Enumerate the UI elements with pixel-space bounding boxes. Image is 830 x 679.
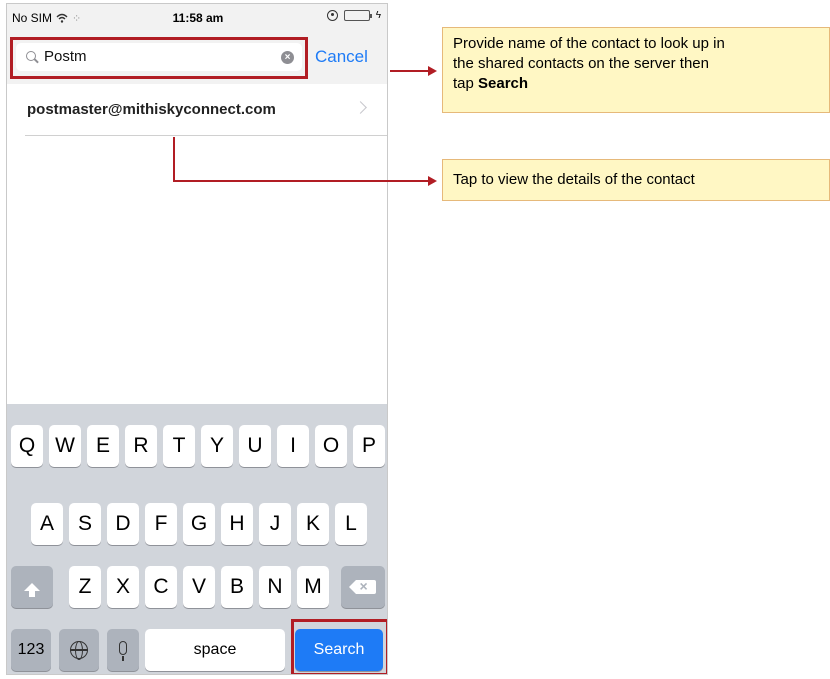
callout-arrow-2-head <box>428 176 437 186</box>
key-i[interactable]: I <box>277 425 309 467</box>
key-t[interactable]: T <box>163 425 195 467</box>
result-hint-text: Tap to view the details of the contact <box>453 171 695 188</box>
key-k[interactable]: K <box>297 503 329 545</box>
key-w[interactable]: W <box>49 425 81 467</box>
key-n[interactable]: N <box>259 566 291 608</box>
key-g[interactable]: G <box>183 503 215 545</box>
search-field-highlight <box>10 37 308 79</box>
shift-icon <box>24 583 40 597</box>
search-key-highlight <box>291 619 387 674</box>
keyboard: Q W E R T Y U I O P A S D F G H J K L Z … <box>7 404 387 674</box>
search-hint-tap: tap <box>453 75 479 92</box>
result-hint-callout: Tap to view the details of the contact <box>442 159 830 201</box>
battery-icon <box>343 10 372 21</box>
rotation-lock-icon <box>326 10 338 21</box>
delete-icon <box>348 566 376 607</box>
key-y[interactable]: Y <box>201 425 233 467</box>
globe-icon <box>70 641 88 661</box>
space-key[interactable]: space <box>145 629 285 671</box>
callout-arrow-2-vertical <box>173 137 175 181</box>
key-q[interactable]: Q <box>11 425 43 467</box>
chevron-right-icon <box>354 101 367 114</box>
search-hint-callout: Provide name of the contact to look up i… <box>442 27 830 113</box>
numbers-key[interactable]: 123 <box>11 629 51 671</box>
key-d[interactable]: D <box>107 503 139 545</box>
phone-screen: No SIM ⁘ 11:58 am ϟ Postm × Cancel postm… <box>6 3 388 675</box>
charging-icon: ϟ <box>375 10 381 21</box>
result-row[interactable]: postmaster@mithiskyconnect.com <box>7 84 387 136</box>
key-h[interactable]: H <box>221 503 253 545</box>
search-hint-bold: Search <box>478 75 529 92</box>
key-e[interactable]: E <box>87 425 119 467</box>
dictation-key[interactable] <box>107 629 139 671</box>
key-m[interactable]: M <box>297 566 329 608</box>
callout-arrow-1-head <box>428 66 437 76</box>
callout-arrow-1-line <box>390 70 428 72</box>
cancel-button[interactable]: Cancel <box>315 47 368 67</box>
key-z[interactable]: Z <box>69 566 101 608</box>
delete-key[interactable] <box>341 566 385 608</box>
key-c[interactable]: C <box>145 566 177 608</box>
key-x[interactable]: X <box>107 566 139 608</box>
key-f[interactable]: F <box>145 503 177 545</box>
globe-key[interactable] <box>59 629 99 671</box>
key-r[interactable]: R <box>125 425 157 467</box>
key-a[interactable]: A <box>31 503 63 545</box>
key-v[interactable]: V <box>183 566 215 608</box>
key-p[interactable]: P <box>353 425 385 467</box>
key-b[interactable]: B <box>221 566 253 608</box>
key-l[interactable]: L <box>335 503 367 545</box>
callout-arrow-2-line <box>173 180 428 182</box>
search-hint-line1: Provide name of the contact to look up i… <box>453 35 725 52</box>
key-u[interactable]: U <box>239 425 271 467</box>
key-j[interactable]: J <box>259 503 291 545</box>
key-o[interactable]: O <box>315 425 347 467</box>
result-email: postmaster@mithiskyconnect.com <box>27 101 276 118</box>
status-bar: No SIM ⁘ 11:58 am ϟ <box>7 4 387 32</box>
microphone-icon <box>119 641 127 662</box>
search-hint-line3: tap Search <box>453 74 819 94</box>
status-right: ϟ <box>326 10 381 21</box>
row-divider <box>25 135 387 136</box>
shift-key[interactable] <box>11 566 53 608</box>
search-bar: Postm × Cancel <box>7 32 387 84</box>
search-hint-line2: the shared contacts on the server then <box>453 55 709 72</box>
key-s[interactable]: S <box>69 503 101 545</box>
